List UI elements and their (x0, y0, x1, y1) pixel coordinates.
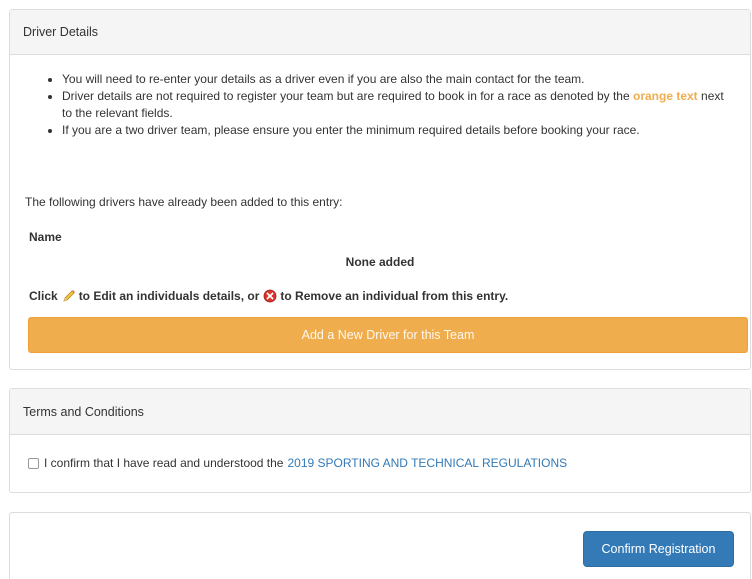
driver-details-panel: Driver Details You will need to re-enter… (9, 9, 751, 370)
instruction-text: to Edit an individuals details, or (78, 289, 260, 303)
footer-panel: Confirm Registration (9, 512, 751, 579)
orange-text-highlight: orange text (633, 89, 698, 103)
driver-notes-list: You will need to re-enter your details a… (10, 71, 750, 139)
remove-icon (263, 289, 277, 303)
note-text: Driver details are not required to regis… (62, 89, 630, 103)
terms-checkbox[interactable] (28, 457, 39, 469)
terms-confirm-row: I confirm that I have read and understoo… (28, 456, 567, 470)
note-item: Driver details are not required to regis… (62, 88, 750, 122)
terms-confirm-text: I confirm that I have read and understoo… (44, 456, 284, 470)
instruction-text: Click (29, 289, 58, 303)
instruction-text: to Remove an individual from this entry. (280, 289, 509, 303)
panel-heading: Driver Details (10, 10, 750, 55)
regulations-link[interactable]: 2019 SPORTING AND TECHNICAL REGULATIONS (287, 456, 567, 470)
table-header-name: Name (29, 230, 62, 244)
terms-panel: Terms and Conditions I confirm that I ha… (9, 388, 751, 493)
empty-drivers-text: None added (345, 255, 415, 269)
add-driver-button[interactable]: Add a New Driver for this Team (28, 317, 748, 353)
panel-heading: Terms and Conditions (10, 389, 750, 435)
edit-remove-instructions: Click to Edit an individuals details, or… (29, 289, 508, 303)
drivers-intro-text: The following drivers have already been … (25, 195, 343, 209)
note-item: If you are a two driver team, please ens… (62, 122, 750, 139)
note-item: You will need to re-enter your details a… (62, 71, 750, 88)
confirm-registration-button[interactable]: Confirm Registration (583, 531, 734, 567)
pencil-icon (62, 289, 76, 303)
